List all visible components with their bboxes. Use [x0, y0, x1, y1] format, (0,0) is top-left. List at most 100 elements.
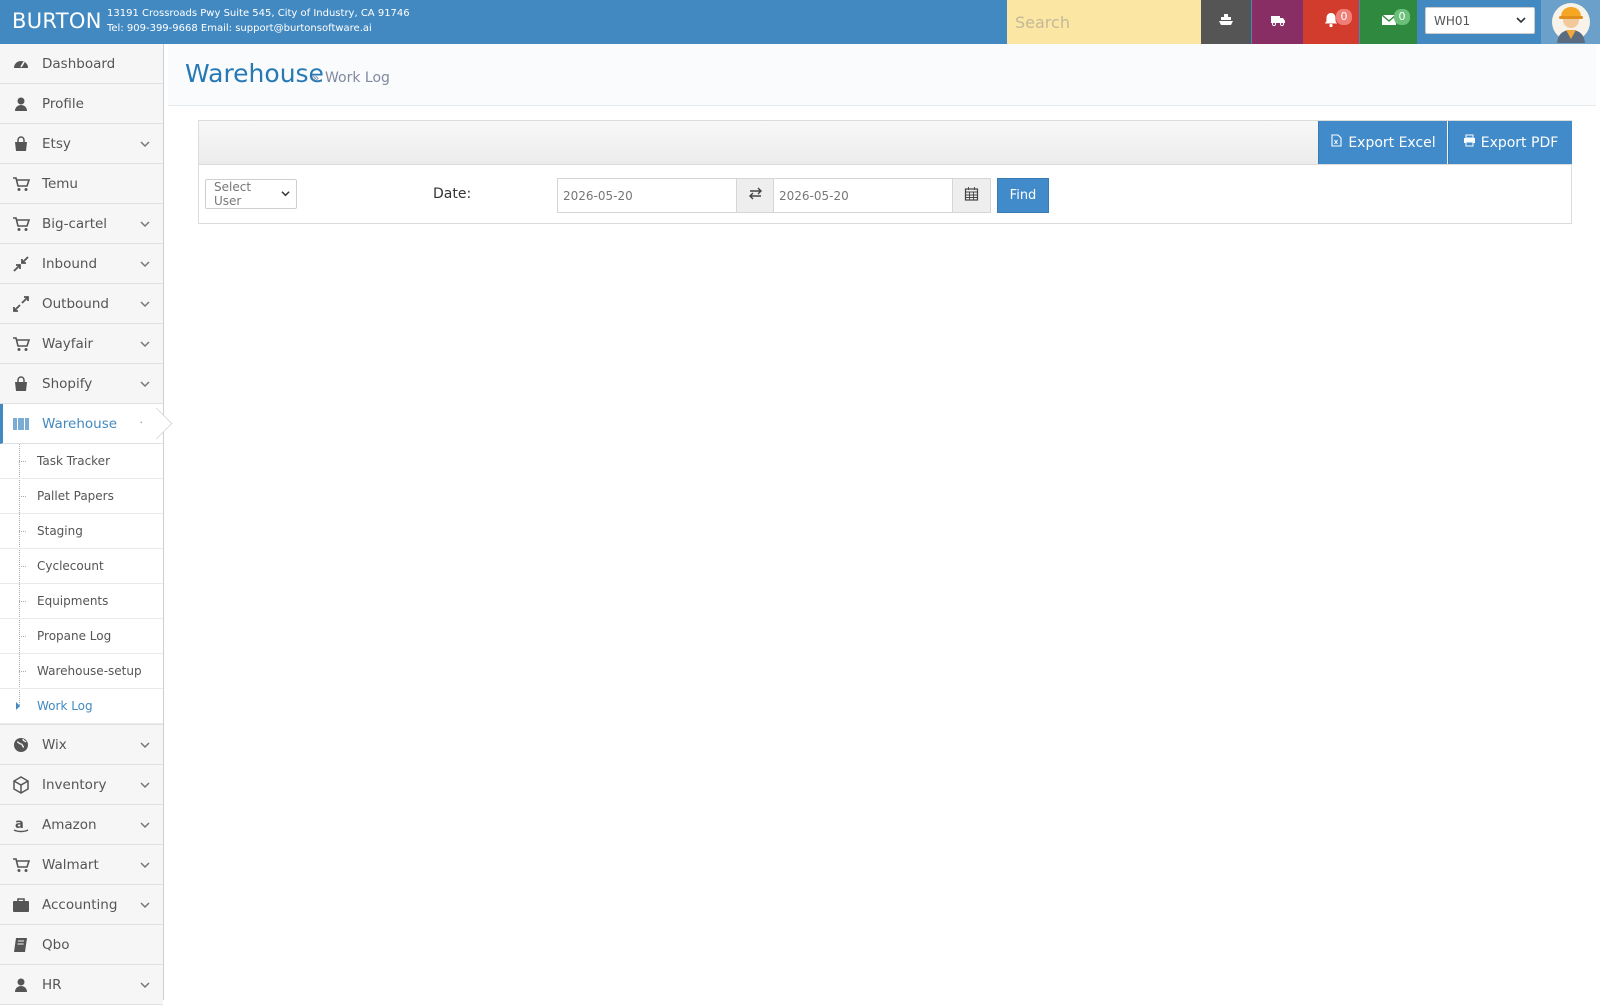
- sidebar-item-label: Walmart: [42, 856, 99, 873]
- sidebar-item-label: Accounting: [42, 896, 118, 913]
- date-from-input[interactable]: 2026-05-20: [557, 178, 737, 213]
- calendar-icon: [964, 186, 979, 205]
- svg-text:a: a: [15, 817, 24, 832]
- sidebar-item-label: Amazon: [42, 816, 97, 833]
- dashboard-icon: [0, 55, 42, 73]
- submenu-item-equipments[interactable]: Equipments: [0, 584, 163, 619]
- sidebar-item-profile[interactable]: Profile: [0, 84, 163, 124]
- sidebar-item-temu[interactable]: Temu: [0, 164, 163, 204]
- calendar-button[interactable]: [952, 178, 991, 213]
- sidebar-item-label: Big-cartel: [42, 215, 108, 232]
- brand-logo[interactable]: BURTON: [12, 9, 102, 33]
- search-input[interactable]: [1007, 0, 1201, 44]
- warehouse-select[interactable]: WH01: [1425, 7, 1535, 34]
- submenu-item-cyclecount[interactable]: Cyclecount: [0, 549, 163, 584]
- expand-icon: [0, 295, 42, 313]
- sidebar-item-outbound[interactable]: Outbound: [0, 284, 163, 324]
- warehouse-submenu: Task Tracker Pallet Papers Staging Cycle…: [0, 444, 163, 725]
- amazon-icon: a: [0, 816, 42, 834]
- user-icon: [0, 976, 42, 994]
- sidebar: Dashboard Profile Etsy Temu Big-cartel I…: [0, 44, 164, 1005]
- swap-dates-button[interactable]: [736, 178, 774, 213]
- chevron-down-icon: [140, 341, 150, 348]
- submenu-item-label: Work Log: [37, 699, 93, 713]
- cart-icon: [0, 335, 42, 353]
- sidebar-item-dashboard[interactable]: Dashboard: [0, 44, 163, 84]
- page-title: Warehouse: [185, 59, 324, 88]
- worker-avatar-icon: [1551, 3, 1590, 43]
- sidebar-item-big-cartel[interactable]: Big-cartel: [0, 204, 163, 244]
- messages-badge: 0: [1394, 9, 1410, 25]
- sidebar-item-label: Shopify: [42, 375, 93, 392]
- messages-button[interactable]: 0: [1360, 0, 1417, 44]
- export-excel-label: Export Excel: [1348, 134, 1436, 151]
- submenu-item-propane-log[interactable]: Propane Log: [0, 619, 163, 654]
- sidebar-item-label: Temu: [42, 175, 78, 192]
- submenu-item-warehouse-setup[interactable]: Warehouse-setup: [0, 654, 163, 689]
- sidebar-item-warehouse[interactable]: Warehouse: [0, 404, 163, 444]
- notifications-badge: 0: [1336, 9, 1352, 25]
- chevron-down-icon: [140, 742, 150, 749]
- chevron-down-icon: [140, 982, 150, 989]
- breadcrumb-separator: »: [312, 71, 320, 85]
- barcode-icon: [0, 415, 42, 433]
- date-label: Date:: [433, 186, 472, 202]
- sidebar-item-inventory[interactable]: Inventory: [0, 765, 163, 805]
- chevron-down-icon: [1516, 14, 1526, 28]
- submenu-item-pallet-papers[interactable]: Pallet Papers: [0, 479, 163, 514]
- caret-right-icon: [16, 702, 20, 710]
- user-select-value: Select User: [214, 180, 252, 208]
- sidebar-item-qbo[interactable]: Qbo: [0, 925, 163, 965]
- chevron-down-icon: [140, 221, 150, 228]
- filter-row: Select User Date: 2026-05-20 2026-05-20 …: [199, 165, 1571, 223]
- date-to-input[interactable]: 2026-05-20: [773, 178, 953, 213]
- sidebar-item-etsy[interactable]: Etsy: [0, 124, 163, 164]
- sidebar-item-amazon[interactable]: a Amazon: [0, 805, 163, 845]
- sidebar-item-wix[interactable]: Wix: [0, 725, 163, 765]
- truck-button[interactable]: [1252, 0, 1303, 44]
- sidebar-item-shopify[interactable]: Shopify: [0, 364, 163, 404]
- sidebar-item-label: Inventory: [42, 776, 107, 793]
- page-subtitle: Work Log: [325, 70, 390, 86]
- ship-button[interactable]: [1201, 0, 1251, 44]
- work-log-panel: Export Excel Export PDF Select User Date…: [198, 120, 1572, 224]
- book-icon: [0, 936, 42, 954]
- chevron-down-icon: [140, 902, 150, 909]
- sidebar-item-walmart[interactable]: Walmart: [0, 845, 163, 885]
- chevron-down-icon: [140, 862, 150, 869]
- user-select[interactable]: Select User: [205, 179, 297, 209]
- sidebar-item-label: HR: [42, 976, 62, 993]
- sidebar-item-wayfair[interactable]: Wayfair: [0, 324, 163, 364]
- truck-icon: [1270, 12, 1286, 32]
- sidebar-item-inbound[interactable]: Inbound: [0, 244, 163, 284]
- sidebar-item-label: Outbound: [42, 295, 109, 312]
- company-address: 13191 Crossroads Pwy Suite 545, City of …: [107, 8, 410, 19]
- shopping-bag-icon: [0, 375, 42, 393]
- sidebar-item-label: Dashboard: [42, 55, 116, 72]
- warehouse-select-value: WH01: [1434, 13, 1471, 28]
- submenu-item-task-tracker[interactable]: Task Tracker: [0, 444, 163, 479]
- globe-icon: [0, 736, 42, 754]
- chevron-down-icon: [281, 187, 290, 201]
- user-avatar[interactable]: [1541, 0, 1600, 44]
- sidebar-item-hr[interactable]: HR: [0, 965, 163, 1005]
- exchange-icon: [748, 186, 763, 205]
- export-pdf-button[interactable]: Export PDF: [1448, 121, 1572, 164]
- file-excel-icon: [1330, 134, 1343, 151]
- submenu-item-staging[interactable]: Staging: [0, 514, 163, 549]
- company-contact: Tel: 909-399-9668 Email: support@burtons…: [107, 23, 372, 34]
- sidebar-item-accounting[interactable]: Accounting: [0, 885, 163, 925]
- panel-toolbar: Export Excel Export PDF: [199, 121, 1572, 165]
- chevron-down-icon: [140, 261, 150, 268]
- chevron-down-icon: [140, 301, 150, 308]
- export-excel-button[interactable]: Export Excel: [1318, 121, 1447, 164]
- find-button[interactable]: Find: [997, 178, 1049, 213]
- sidebar-item-label: Inbound: [42, 255, 98, 272]
- briefcase-icon: [0, 896, 42, 914]
- user-icon: [0, 95, 42, 113]
- page-header: Warehouse » Work Log: [168, 44, 1596, 106]
- chevron-down-icon: [140, 141, 150, 148]
- notifications-button[interactable]: 0: [1303, 0, 1359, 44]
- submenu-item-work-log[interactable]: Work Log: [0, 689, 163, 724]
- chevron-down-icon: [140, 782, 150, 789]
